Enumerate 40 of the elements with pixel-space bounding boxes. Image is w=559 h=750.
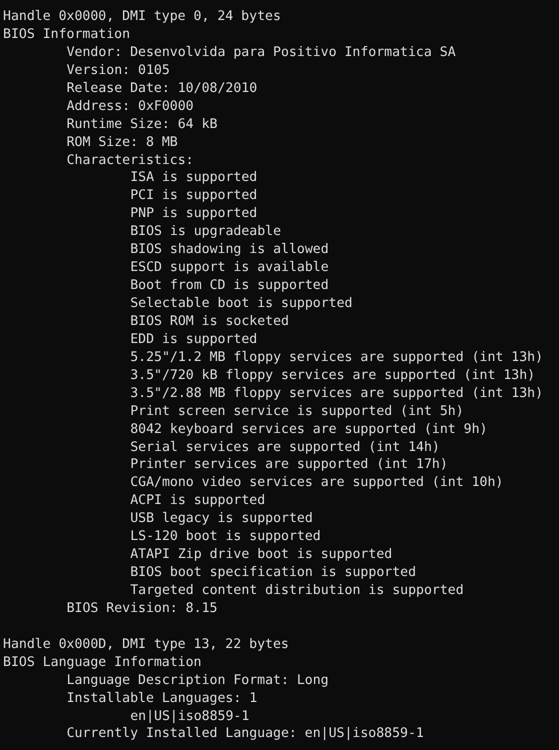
terminal-line: 8042 keyboard services are supported (int 9h) [129,420,488,438]
terminal-line: PCI is supported [129,187,258,206]
terminal-line: Installable Languages: 1 [66,690,258,708]
terminal-line: ESCD support is available [129,259,329,278]
terminal-line: 3.5"/720 kB floppy services are supported (int 13h) [129,366,536,385]
terminal-line: 3.5"/2.88 MB floppy services are supported (int 13h) [129,384,544,403]
terminal-line: EDD is supported [129,330,258,349]
terminal-line: Handle 0x0000, DMI type 0, 24 bytes [3,8,281,26]
terminal-line: Language Description Format: Long [66,672,329,690]
terminal-line: BIOS Revision: 8.15 [66,600,218,618]
terminal-line: BIOS Information [3,26,130,44]
terminal-line: Selectable boot is supported [129,295,352,313]
terminal-line: USB legacy is supported [129,510,313,528]
terminal-line: Release Date: 10/08/2010 [66,80,258,98]
terminal-line: BIOS Language Information [3,654,202,672]
terminal-line: Serial services are supported (int 14h) [129,438,440,456]
terminal-line: ACPI is supported [129,492,266,510]
terminal-line: en|US|iso8859-1 [129,708,250,726]
terminal-line: 5.25"/1.2 MB floppy services are supported (int 13h) [129,348,544,367]
terminal-line: BIOS ROM is socketed [129,312,289,331]
terminal-line: Printer services are supported (int 17h) [129,456,448,474]
terminal-line: Runtime Size: 64 kB [66,116,218,134]
terminal-line: Currently Installed Language: en|US|iso8859-1 [66,725,424,744]
terminal-line: Targeted content distribution is supported [129,582,464,600]
terminal-line: BIOS shadowing is allowed [129,241,329,260]
terminal-line: Address: 0xF0000 [66,98,194,116]
terminal-line: BIOS boot specification is supported [129,564,416,582]
terminal-line: PNP is supported [129,205,258,224]
terminal-line: Print screen service is supported (int 5h) [129,402,464,421]
terminal-line: Characteristics: [66,152,194,170]
terminal-line: Version: 0105 [66,62,170,80]
terminal-line: ISA is supported [129,169,258,188]
terminal-line: ROM Size: 8 MB [66,134,178,152]
terminal-line: BIOS is upgradeable [129,223,282,242]
terminal-line: LS-120 boot is supported [129,528,321,546]
terminal-line: Handle 0x000D, DMI type 13, 22 bytes [3,636,289,654]
terminal-line: Vendor: Desenvolvida para Positivo Informatica SA [66,44,456,62]
terminal-line: ATAPI Zip drive boot is supported [129,546,392,564]
terminal-line: CGA/mono video services are supported (int 10h) [129,474,504,492]
terminal-line: Boot from CD is supported [129,277,329,295]
